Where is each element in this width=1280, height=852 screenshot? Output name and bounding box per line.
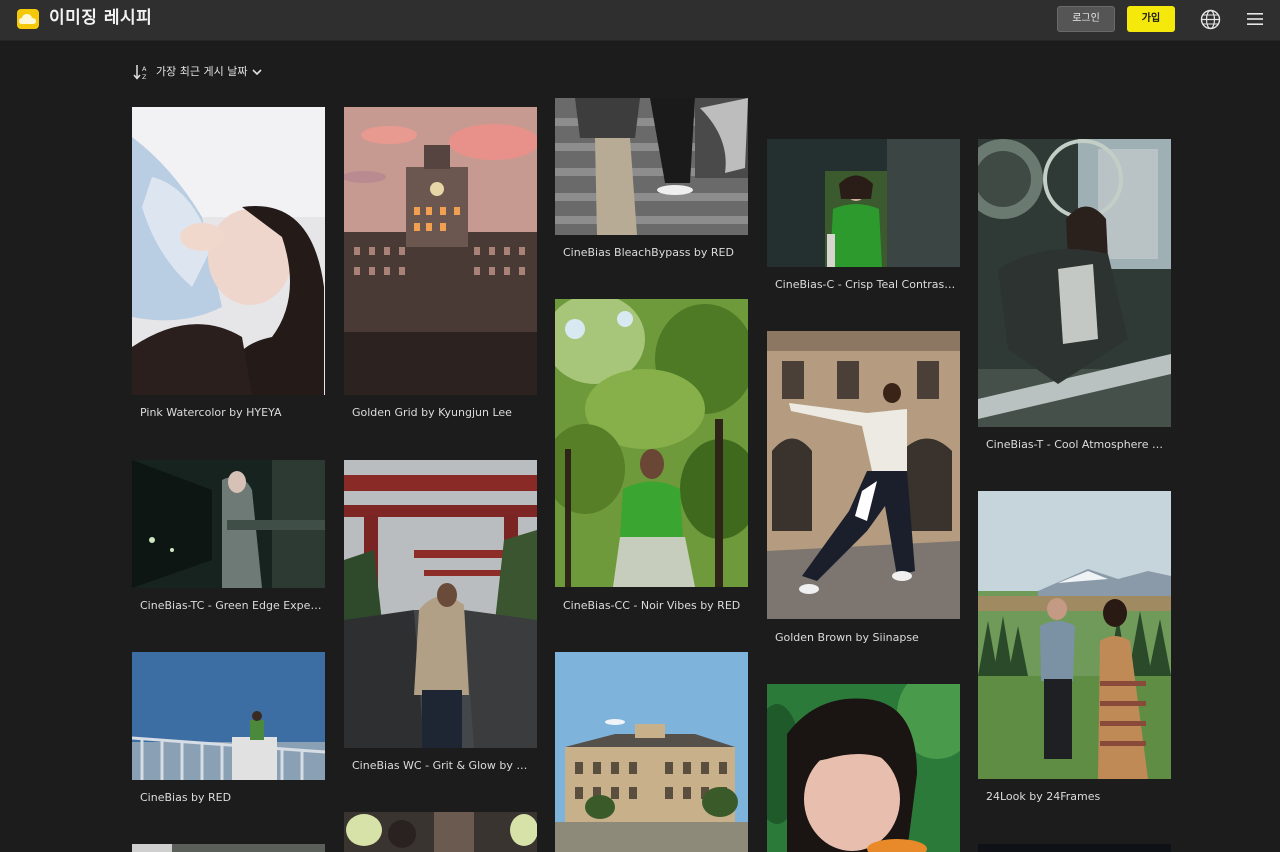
svg-text:Z: Z — [142, 73, 147, 80]
recipe-thumbnail[interactable] — [555, 98, 748, 235]
recipe-thumbnail[interactable] — [555, 652, 748, 852]
recipe-thumbnail[interactable] — [767, 331, 960, 619]
recipe-thumbnail[interactable] — [555, 299, 748, 587]
recipe-title[interactable]: CineBias-C - Crisp Teal Contrast ... — [775, 278, 957, 292]
hamburger-menu-icon[interactable] — [1247, 12, 1263, 26]
signup-button[interactable]: 가입 — [1127, 6, 1175, 32]
sort-label: 가장 최근 게시 날짜 — [156, 65, 248, 78]
chevron-down-icon — [252, 69, 263, 76]
recipe-thumbnail[interactable] — [132, 844, 325, 852]
recipe-thumbnail[interactable] — [132, 460, 325, 588]
login-button[interactable]: 로그인 — [1057, 6, 1115, 32]
recipe-title[interactable]: 24Look by 24Frames — [986, 790, 1168, 804]
recipe-title[interactable]: CineBias by RED — [140, 791, 322, 805]
top-nav-bar: 이미징 레시피 로그인 가입 — [0, 0, 1280, 41]
recipe-thumbnail[interactable] — [978, 491, 1171, 779]
recipe-thumbnail[interactable] — [344, 812, 537, 852]
recipe-title[interactable]: CineBias-T - Cool Atmosphere b... — [986, 438, 1168, 452]
recipe-thumbnail[interactable] — [978, 139, 1171, 427]
sort-dropdown[interactable]: A Z 가장 최근 게시 날짜 — [133, 63, 263, 81]
recipe-thumbnail[interactable] — [767, 684, 960, 852]
globe-language-icon[interactable] — [1200, 9, 1221, 30]
brand-name[interactable]: 이미징 레시피 — [49, 7, 152, 29]
recipe-title[interactable]: CineBias BleachBypass by RED — [563, 246, 745, 260]
recipe-thumbnail[interactable] — [978, 844, 1171, 852]
recipe-title[interactable]: Pink Watercolor by HYEYA — [140, 406, 322, 420]
sort-descending-icon: A Z — [133, 65, 147, 80]
recipe-thumbnail[interactable] — [344, 460, 537, 748]
cloud-logo-icon[interactable] — [17, 9, 39, 29]
recipe-title[interactable]: CineBias-TC - Green Edge Experi... — [140, 599, 322, 613]
recipe-title[interactable]: CineBias WC - Grit & Glow by R... — [352, 759, 534, 773]
recipe-thumbnail[interactable] — [132, 652, 325, 780]
recipe-title[interactable]: Golden Grid by Kyungjun Lee — [352, 406, 534, 420]
recipe-thumbnail[interactable] — [344, 107, 537, 395]
recipe-thumbnail[interactable] — [132, 107, 325, 395]
recipe-title[interactable]: Golden Brown by Siinapse — [775, 631, 957, 645]
svg-text:A: A — [142, 65, 147, 73]
recipe-thumbnail[interactable] — [767, 139, 960, 267]
recipe-title[interactable]: CineBias-CC - Noir Vibes by RED — [563, 599, 745, 613]
